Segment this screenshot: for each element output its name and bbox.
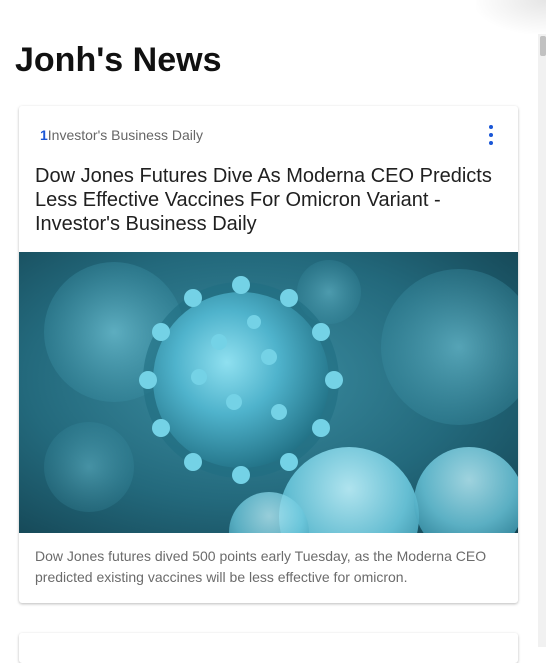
card-header: 1Investor's Business Daily xyxy=(40,126,203,144)
article-summary: Dow Jones futures dived 500 points early… xyxy=(35,548,487,585)
article-index: 1 xyxy=(40,127,48,143)
news-card[interactable] xyxy=(19,633,518,663)
article-source: Investor's Business Daily xyxy=(47,127,203,143)
top-bar xyxy=(0,0,546,34)
news-card[interactable]: 1Investor's Business Daily Dow Jones Fut… xyxy=(19,106,518,603)
page-title: Jonh's News xyxy=(15,41,222,79)
more-options-button[interactable] xyxy=(481,123,501,147)
scrollbar-track[interactable] xyxy=(538,34,546,647)
topbar-shadow xyxy=(476,0,546,34)
article-image[interactable] xyxy=(19,252,518,533)
scrollbar-thumb[interactable] xyxy=(540,36,546,56)
article-headline[interactable]: Dow Jones Futures Dive As Moderna CEO Pr… xyxy=(35,164,505,236)
